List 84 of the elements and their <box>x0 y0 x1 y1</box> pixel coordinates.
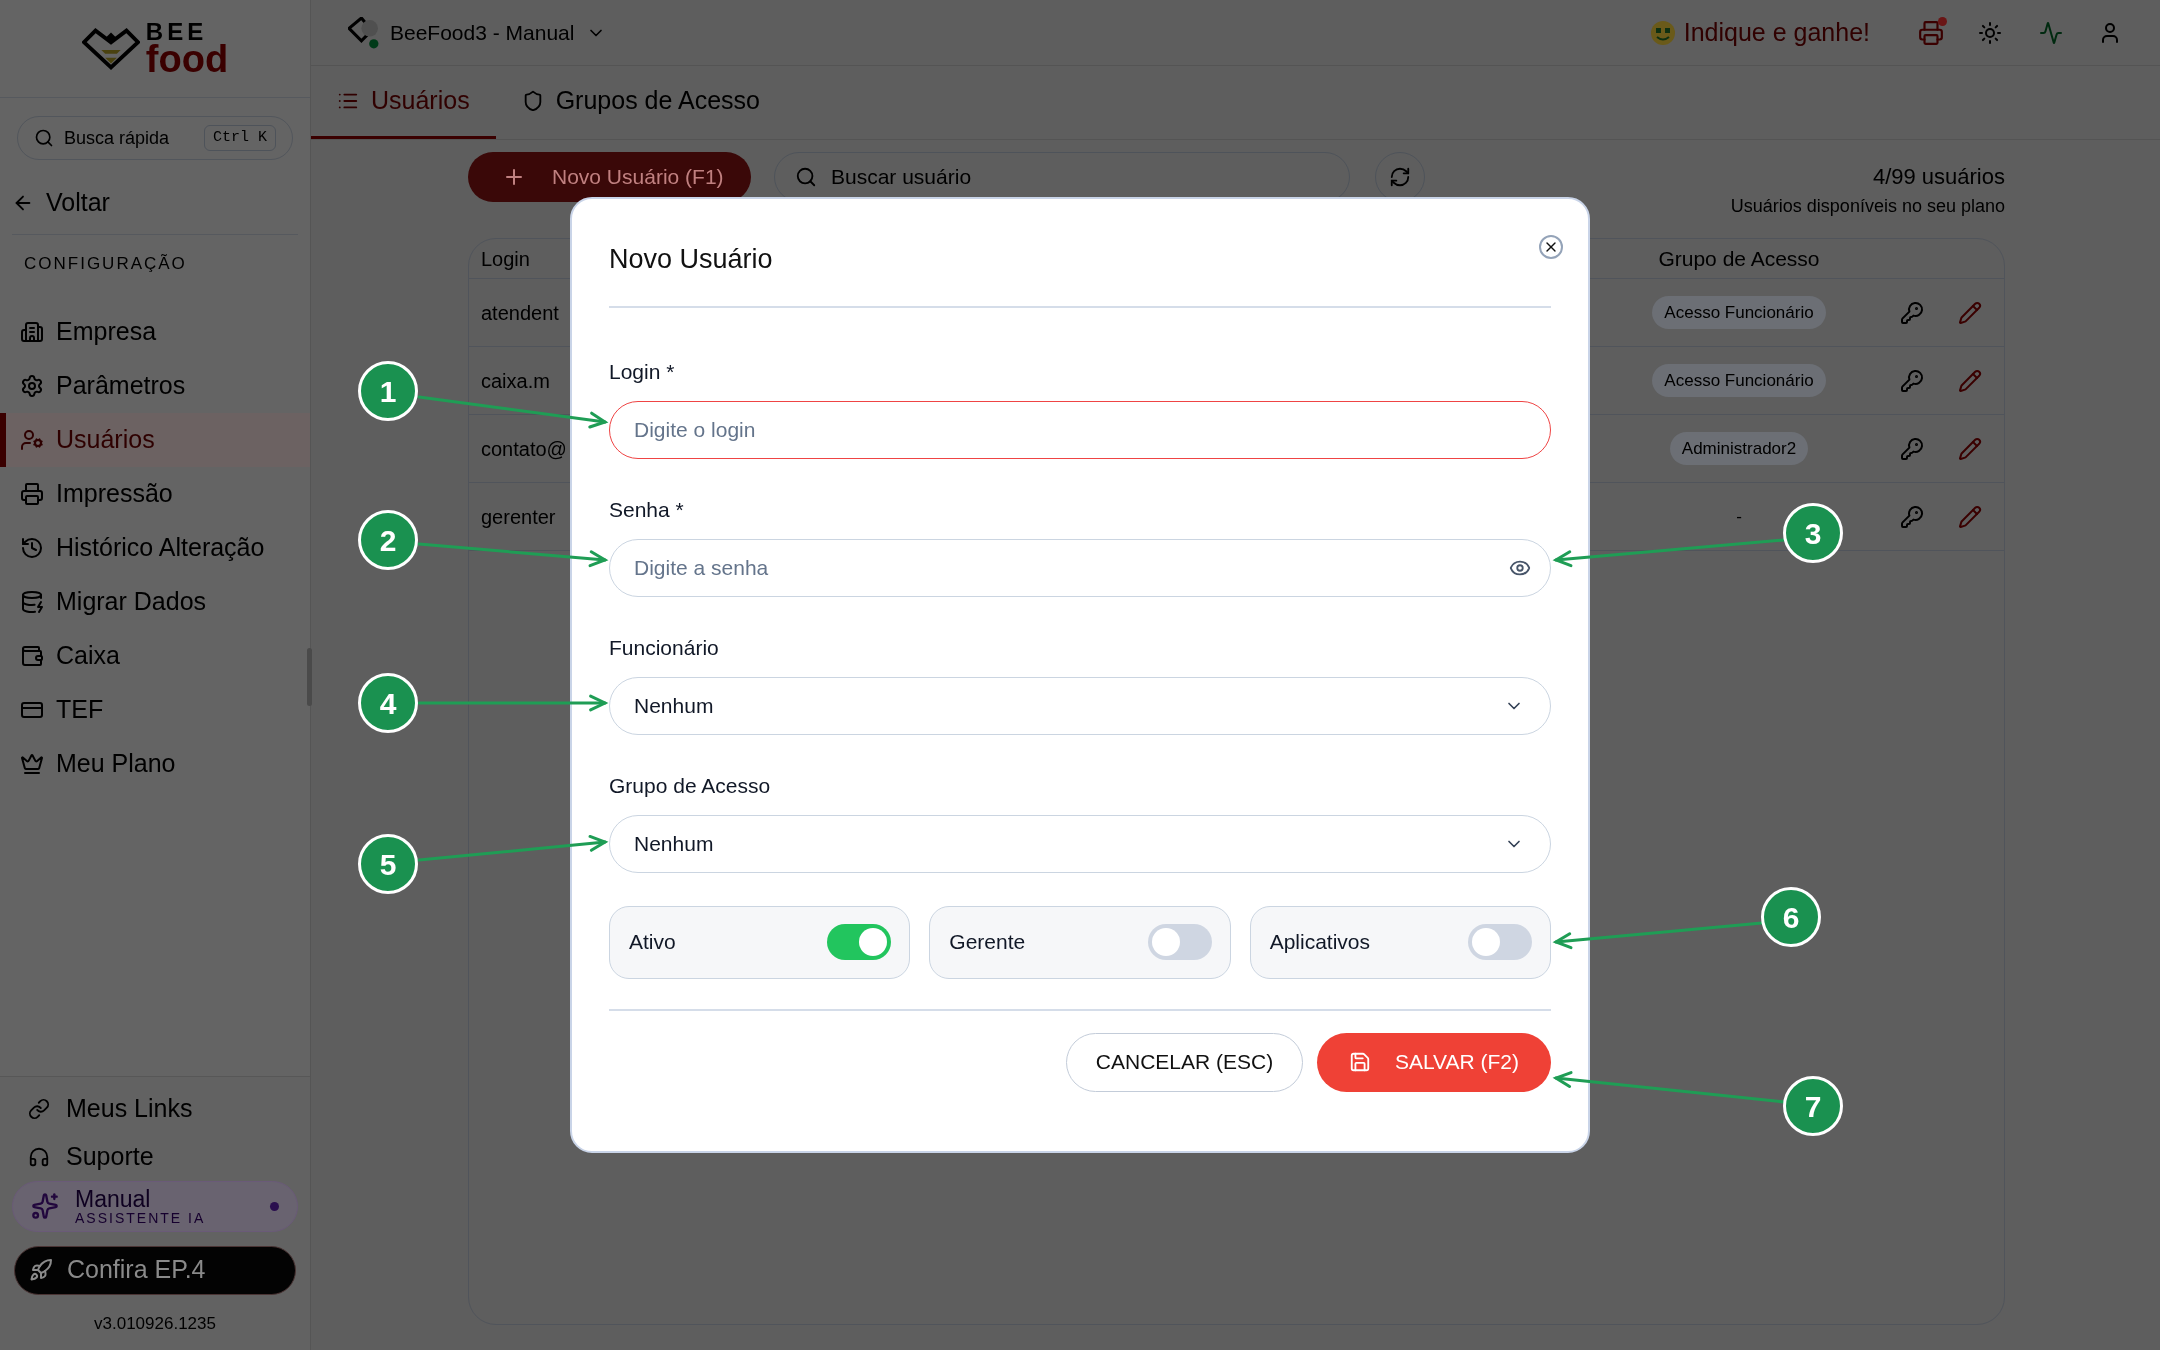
promo-button[interactable]: Confira EP.4 <box>14 1245 296 1295</box>
version-text: v3.010926.1235 <box>94 1312 216 1335</box>
table-cell-text: contato@ <box>481 436 567 462</box>
edit-icon[interactable] <box>1958 300 1982 325</box>
sidebar-item[interactable]: Caixa <box>0 628 310 683</box>
sidebar-item[interactable]: Histórico Alteração <box>0 520 310 575</box>
edit-icon[interactable] <box>1958 504 1982 529</box>
headset-icon <box>28 1145 50 1168</box>
sidebar-item[interactable]: Impressão <box>0 466 310 521</box>
crown-icon <box>20 751 44 776</box>
building-icon <box>20 319 44 344</box>
theme-icon[interactable] <box>1978 20 2002 45</box>
wallet-icon <box>20 643 44 668</box>
input-field[interactable]: Digite o login <box>609 400 1551 459</box>
sidebar-item[interactable]: Parâmetros <box>0 358 310 413</box>
referral-link[interactable]: Indique e ganhe! <box>1649 13 1870 52</box>
sidebar-item[interactable]: Migrar Dados <box>0 574 310 629</box>
back-link[interactable]: Voltar <box>12 183 298 223</box>
column-header: Login <box>481 246 530 272</box>
field-label: Funcionário <box>609 635 720 660</box>
assistant-title: Manual <box>75 1187 152 1211</box>
printer-icon[interactable] <box>1918 19 1944 46</box>
sidebar-scrollbar[interactable] <box>307 648 312 706</box>
key-icon[interactable] <box>1900 300 1924 325</box>
column-header: Grupo de Acesso <box>1657 245 1821 272</box>
edit-icon[interactable] <box>1958 368 1982 393</box>
close-icon[interactable] <box>1539 235 1563 259</box>
history-icon <box>20 535 44 560</box>
sidebar-link[interactable]: Suporte <box>0 1132 310 1181</box>
save-button[interactable]: SALVAR (F2) <box>1317 1032 1551 1092</box>
sidebar-item[interactable]: Usuários <box>0 412 310 467</box>
refresh-icon <box>1389 166 1411 188</box>
user-count: 4/99 usuários <box>1872 163 2005 191</box>
user-count-hint: Usuários disponíveis no seu plano <box>1730 195 2005 218</box>
key-icon[interactable] <box>1900 368 1924 393</box>
workspace-name: BeeFood3 - Manual <box>390 19 575 46</box>
edit-icon[interactable] <box>1958 436 1982 461</box>
new-user-button[interactable]: Novo Usuário (F1) <box>468 152 751 202</box>
user-gear-icon <box>20 427 44 452</box>
user-search-field[interactable]: Buscar usuário <box>831 161 972 193</box>
section-title: CONFIGURAÇÃO <box>24 253 188 275</box>
rocket-icon <box>29 1258 53 1282</box>
bee-logo-icon <box>81 26 140 71</box>
printer-icon <box>20 481 44 506</box>
group-badge: Acesso Funcionário <box>1652 363 1826 398</box>
shortcut-key: Ctrl K <box>204 124 276 152</box>
toggle-label: Aplicativos <box>1269 929 1371 956</box>
gear-icon <box>20 373 44 398</box>
link-icon <box>28 1097 50 1120</box>
search-icon <box>34 128 54 148</box>
tab[interactable]: Grupos de Acesso <box>495 66 786 139</box>
assistant-button[interactable]: Manual ASSISTENTE IA <box>12 1180 298 1232</box>
quick-search-field[interactable]: Busca rápida <box>64 124 170 152</box>
group-badge: Acesso Funcionário <box>1652 295 1826 330</box>
toggle-switch[interactable] <box>1147 924 1212 960</box>
tab[interactable]: Usuários <box>311 66 496 139</box>
toggle-label: Ativo <box>629 929 676 956</box>
sidebar-item[interactable]: TEF <box>0 682 310 737</box>
toggle-switch[interactable] <box>1468 924 1532 960</box>
field-label: Senha * <box>609 497 685 522</box>
sidebar-item[interactable]: Meu Plano <box>0 736 310 791</box>
dialog-title: Novo Usuário <box>609 243 773 276</box>
toggle-label: Gerente <box>949 929 1026 956</box>
activity-icon[interactable] <box>2039 20 2063 45</box>
sidebar-item[interactable]: Empresa <box>0 304 310 359</box>
cancel-button[interactable]: CANCELAR (ESC) <box>1066 1032 1303 1092</box>
sparkle-icon <box>31 1192 59 1220</box>
table-cell-text: gerenter <box>481 504 556 530</box>
field-label: Login * <box>609 359 676 384</box>
money-face-icon <box>1649 19 1676 46</box>
group-badge: Administrador2 <box>1669 431 1809 466</box>
group-text: - <box>1736 505 1742 528</box>
workspace-logo-icon <box>348 16 380 49</box>
database-icon <box>20 589 44 614</box>
search-icon <box>795 166 817 188</box>
key-icon[interactable] <box>1900 504 1924 529</box>
key-icon[interactable] <box>1900 436 1924 461</box>
sidebar-link[interactable]: Meus Links <box>0 1084 310 1133</box>
toggle-switch[interactable] <box>827 924 892 960</box>
table-cell-text: caixa.m <box>481 368 550 394</box>
field-label: Grupo de Acesso <box>609 773 772 798</box>
assistant-subtitle: ASSISTENTE IA <box>75 1210 206 1225</box>
save-icon <box>1348 1051 1371 1073</box>
table-cell-text: atendent <box>481 300 559 326</box>
